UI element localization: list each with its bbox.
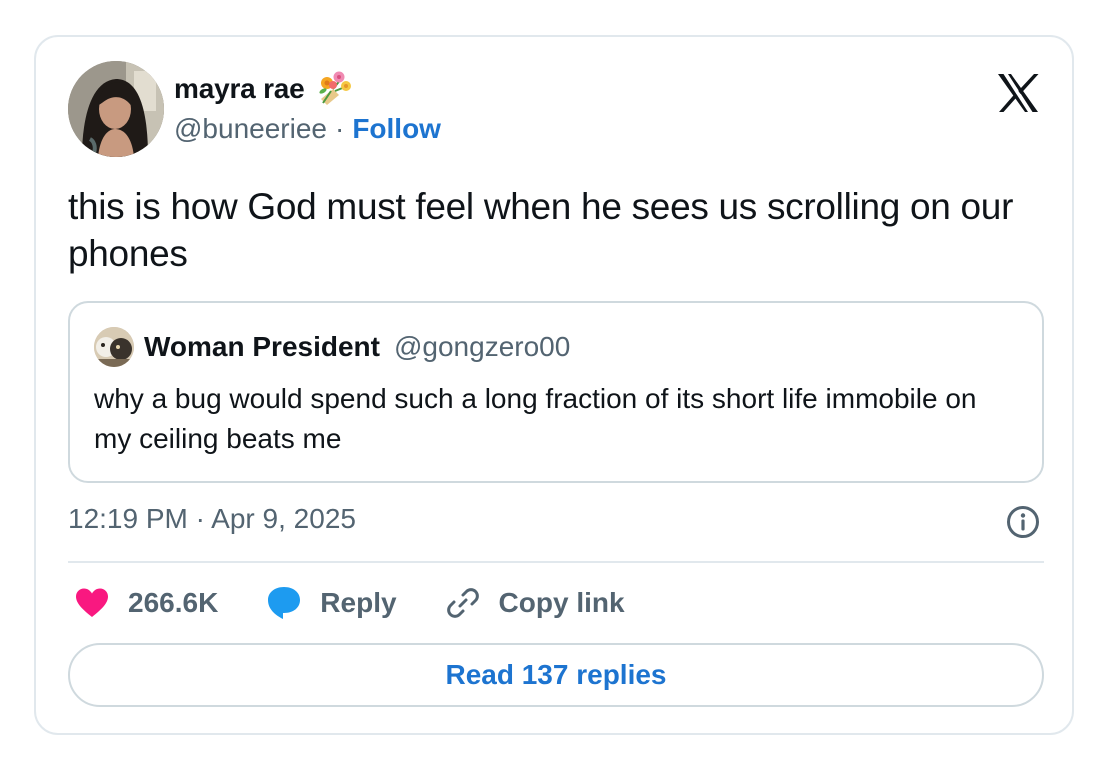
tweet-card: mayra rae @buneeriee · Follow this is ho… — [34, 35, 1074, 735]
author-name-row: mayra rae — [174, 69, 353, 109]
author-avatar[interactable] — [68, 61, 164, 157]
tweet-timestamp[interactable]: 12:19 PM · Apr 9, 2025 — [68, 503, 356, 535]
author-name[interactable]: mayra rae — [174, 73, 305, 105]
speech-bubble-icon — [268, 587, 301, 619]
quoted-tweet-text: why a bug would spend such a long fracti… — [94, 383, 977, 454]
like-count: 266.6K — [128, 587, 219, 618]
x-logo-icon[interactable] — [996, 73, 1040, 113]
heart-icon — [76, 588, 108, 617]
read-replies-button[interactable]: Read 137 replies — [68, 643, 1044, 707]
info-icon[interactable] — [1006, 505, 1040, 539]
quoted-author-name: Woman President — [144, 331, 380, 362]
bouquet-icon — [313, 69, 353, 109]
action-bar: 266.6K Reply Copy link — [74, 583, 673, 623]
handle-separator: · — [334, 113, 345, 144]
author-handle-row: @buneeriee · Follow — [174, 113, 441, 145]
copy-link-label: Copy link — [498, 587, 625, 618]
like-button[interactable]: 266.6K — [74, 587, 218, 619]
link-icon — [446, 588, 479, 618]
author-handle[interactable]: @buneeriee — [174, 113, 327, 145]
copy-link-button[interactable]: Copy link — [445, 585, 625, 621]
follow-button[interactable]: Follow — [352, 113, 441, 145]
tweet-text: this is how God must feel when he sees u… — [68, 186, 1014, 274]
quoted-author-handle: @gongzero00 — [393, 331, 571, 362]
quoted-tweet[interactable]: Woman President @gongzero00 why a bug wo… — [68, 301, 1044, 483]
quoted-author-avatar — [94, 327, 134, 367]
reply-button[interactable]: Reply — [266, 585, 397, 621]
quoted-tweet-header: Woman President @gongzero00 — [94, 327, 570, 367]
reply-label: Reply — [320, 587, 397, 618]
divider — [68, 561, 1044, 563]
